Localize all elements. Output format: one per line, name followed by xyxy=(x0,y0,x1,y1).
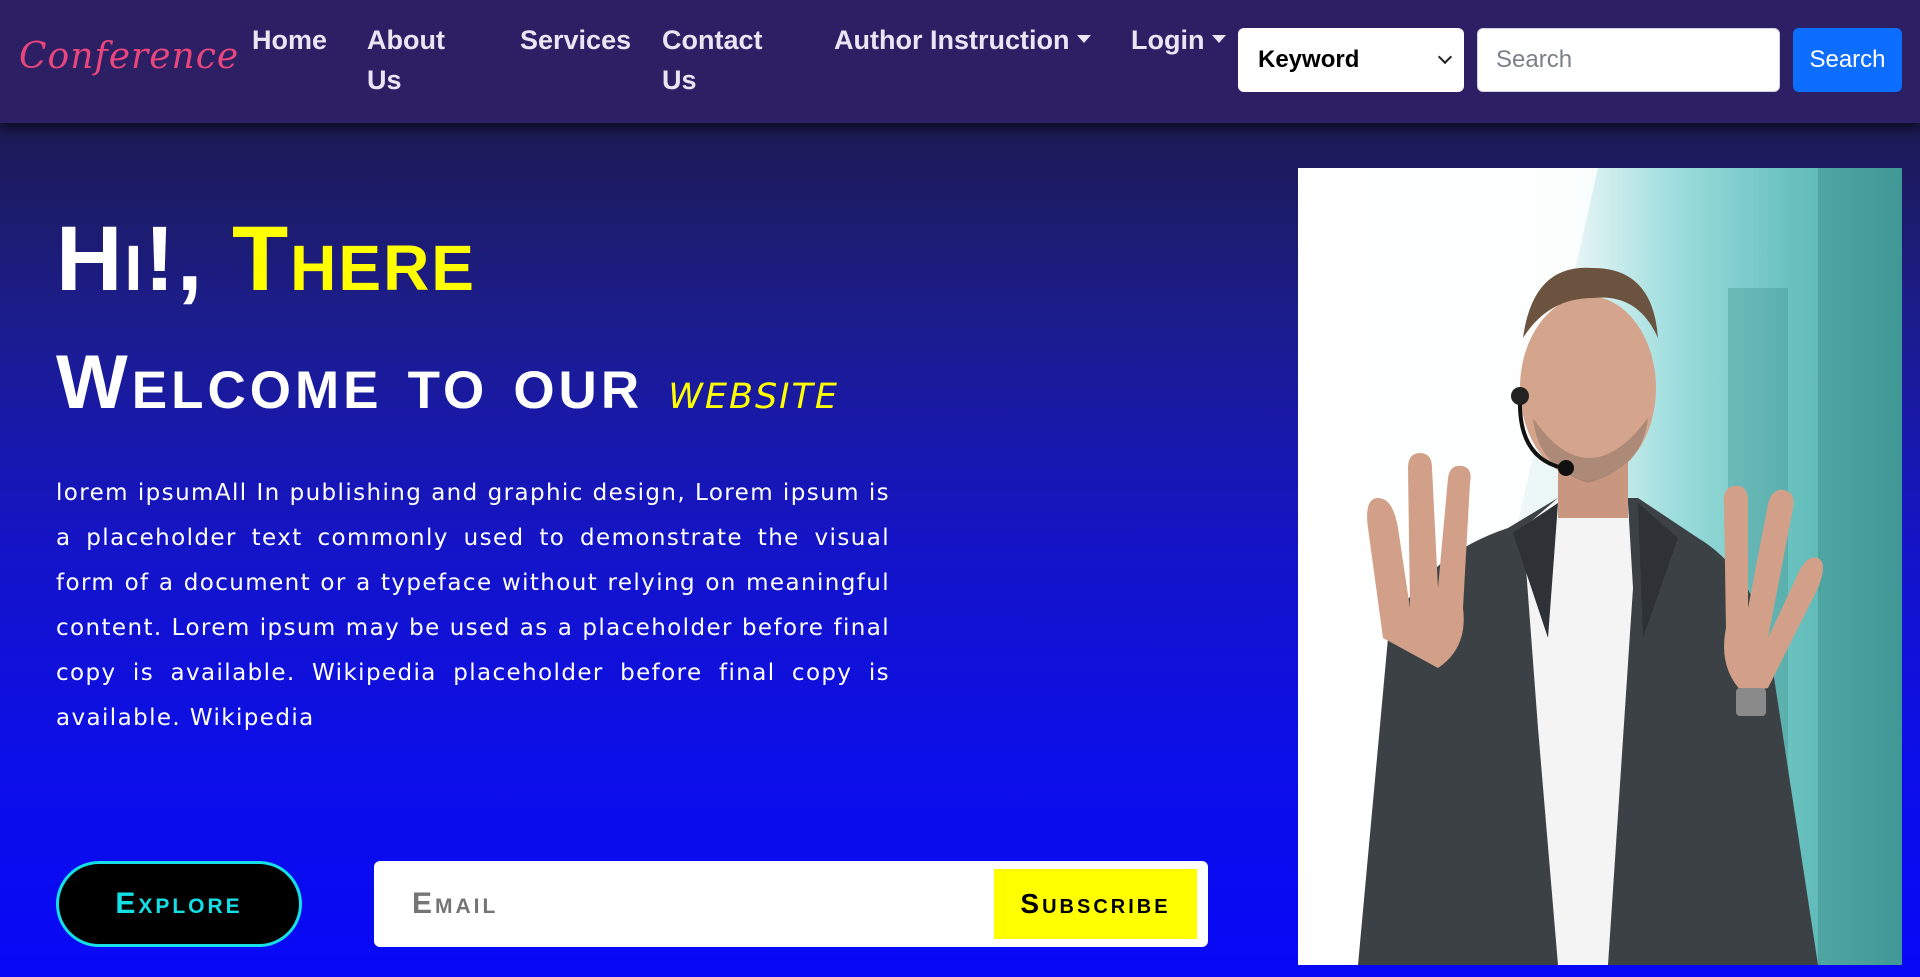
author-instruction-label: Author Instruction xyxy=(834,25,1070,55)
subscribe-form: Subscribe xyxy=(374,861,1208,947)
explore-button[interactable]: Explore xyxy=(56,861,302,947)
nav-dropdown-login[interactable]: Login xyxy=(1131,20,1227,60)
login-label: Login xyxy=(1131,25,1205,55)
email-input[interactable] xyxy=(412,861,992,947)
search-button[interactable]: Search xyxy=(1793,28,1902,92)
nav-link-about-us[interactable]: About Us xyxy=(367,20,477,100)
chevron-down-icon xyxy=(1077,34,1092,43)
nav-link-services[interactable]: Services xyxy=(520,20,631,60)
subscribe-button[interactable]: Subscribe xyxy=(994,869,1197,939)
nav-link-contact-us[interactable]: Contact Us xyxy=(662,20,772,100)
search-type-value: Keyword xyxy=(1258,46,1360,73)
greeting-prefix: Hi!, xyxy=(56,208,232,310)
speaker-image xyxy=(1298,168,1902,965)
search-input[interactable] xyxy=(1477,28,1780,92)
hero-welcome-heading: Welcome to our website xyxy=(56,345,839,421)
hero-paragraph: lorem ipsumAll In publishing and graphic… xyxy=(56,480,890,731)
chevron-down-icon xyxy=(1437,49,1453,65)
greeting-highlight: There xyxy=(231,208,476,310)
hero-section: Hi!, There Welcome to our website lorem … xyxy=(0,123,1920,977)
nav-link-home[interactable]: Home xyxy=(252,20,327,60)
hero-greeting: Hi!, There xyxy=(56,213,476,305)
brand-logo[interactable]: Conference xyxy=(19,36,239,77)
search-type-select[interactable]: Keyword xyxy=(1238,28,1464,92)
welcome-text: Welcome to our xyxy=(56,340,669,425)
nav-dropdown-author-instruction[interactable]: Author Instruction xyxy=(834,20,1092,60)
welcome-highlight: website xyxy=(668,362,839,420)
navbar: Conference Home About Us Services Contac… xyxy=(0,0,1920,123)
chevron-down-icon xyxy=(1212,34,1227,43)
